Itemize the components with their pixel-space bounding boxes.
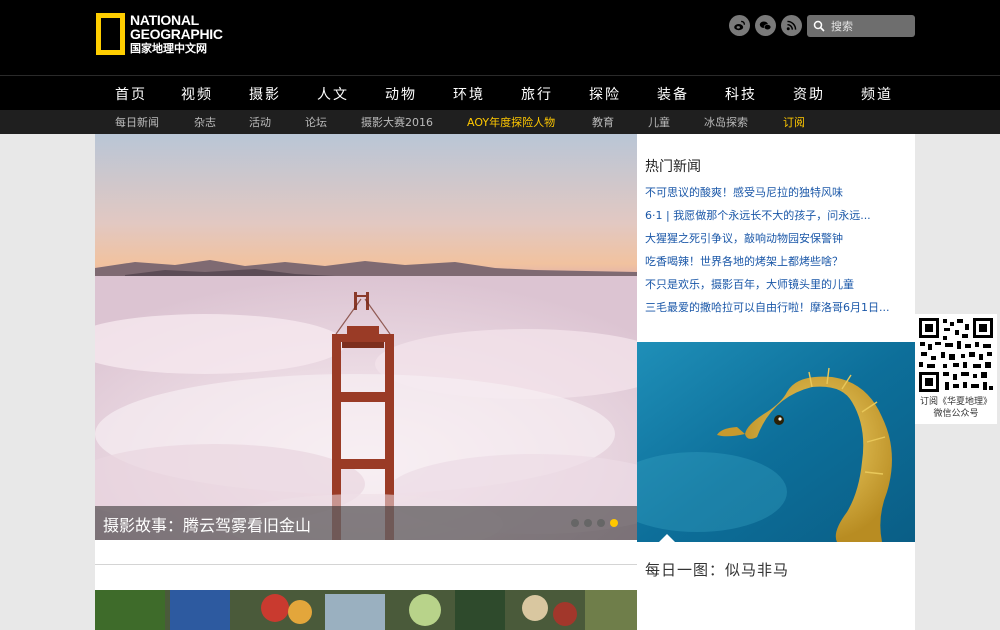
main-nav: 首页 视频 摄影 人文 动物 环境 旅行 探险 装备 科技 资助 频道: [0, 75, 1000, 110]
sub-nav: 每日新闻 杂志 活动 论坛 摄影大赛2016 AOY年度探险人物 教育 儿童 冰…: [0, 110, 1000, 134]
wechat-icon[interactable]: [755, 15, 776, 36]
qr-label-1: 订阅《华夏地理》: [919, 397, 992, 407]
hero-caption-bar: 摄影故事：腾云驾雾看旧金山: [95, 506, 637, 540]
nav-photography[interactable]: 摄影: [249, 84, 281, 104]
nav-gear[interactable]: 装备: [657, 84, 689, 104]
hot-news-item[interactable]: 不可思议的酸爽！感受马尼拉的独特风味: [645, 186, 890, 209]
slider-dot-3[interactable]: [597, 519, 605, 527]
search-box[interactable]: [807, 15, 915, 37]
slider-dot-4[interactable]: [610, 519, 618, 527]
weibo-icon[interactable]: [729, 15, 750, 36]
subnav-magazine[interactable]: 杂志: [194, 114, 216, 130]
logo-line-2: GEOGRAPHIC: [130, 26, 223, 42]
hot-news-title: 热门新闻: [645, 159, 701, 175]
market-photo[interactable]: [95, 590, 637, 630]
qr-label-2: 微信公众号: [933, 409, 979, 419]
logo-line-3: 国家地理中文网: [130, 43, 207, 55]
search-input[interactable]: [831, 19, 911, 33]
search-icon: [813, 20, 825, 32]
nav-channels[interactable]: 频道: [861, 84, 893, 104]
daily-photo-title[interactable]: 每日一图：似马非马: [645, 559, 789, 580]
logo-line-1: NATIONAL: [130, 12, 199, 28]
hot-news-item[interactable]: 三毛最爱的撒哈拉可以自由行啦！摩洛哥6月1日...: [645, 301, 890, 324]
hero-slider[interactable]: 摄影故事：腾云驾雾看旧金山: [95, 134, 637, 540]
hero-image[interactable]: [95, 134, 637, 540]
subnav-forum[interactable]: 论坛: [305, 114, 327, 130]
slider-dot-2[interactable]: [584, 519, 592, 527]
natgeo-logo[interactable]: NATIONAL GEOGRAPHIC 国家地理中文网: [96, 13, 223, 56]
nav-culture[interactable]: 人文: [317, 84, 349, 104]
subnav-kids[interactable]: 儿童: [648, 114, 670, 130]
content-below-hero: [95, 540, 637, 630]
nav-animals[interactable]: 动物: [385, 84, 417, 104]
nav-travel[interactable]: 旅行: [521, 84, 553, 104]
nav-video[interactable]: 视频: [181, 84, 213, 104]
slider-dot-1[interactable]: [571, 519, 579, 527]
daily-photo[interactable]: [637, 342, 915, 542]
nav-home[interactable]: 首页: [115, 84, 147, 104]
slider-dots: [571, 519, 618, 527]
logo-yellow-border-icon: [96, 13, 125, 55]
hot-news-list: 不可思议的酸爽！感受马尼拉的独特风味 6·1 | 我愿做那个永远长不大的孩子，问…: [645, 186, 890, 324]
nav-adventure[interactable]: 探险: [589, 84, 621, 104]
hot-news-item[interactable]: 大猩猩之死引争议，敲响动物园安保警钟: [645, 232, 890, 255]
hot-news-item[interactable]: 不只是欢乐，摄影百年，大师镜头里的儿童: [645, 278, 890, 301]
subnav-iceland[interactable]: 冰岛探索: [704, 114, 748, 130]
hot-news-item[interactable]: 6·1 | 我愿做那个永远长不大的孩子，问永远...: [645, 209, 890, 232]
subnav-education[interactable]: 教育: [592, 114, 614, 130]
site-header: NATIONAL GEOGRAPHIC 国家地理中文网: [0, 0, 1000, 75]
wechat-qr-code: 订阅《华夏地理》 微信公众号: [915, 314, 997, 424]
hero-caption[interactable]: 摄影故事：腾云驾雾看旧金山: [103, 512, 311, 536]
nav-grants[interactable]: 资助: [793, 84, 825, 104]
subnav-subscribe[interactable]: 订阅: [783, 114, 805, 130]
sidebar: 热门新闻 不可思议的酸爽！感受马尼拉的独特风味 6·1 | 我愿做那个永远长不大…: [637, 134, 915, 630]
divider: [95, 564, 637, 565]
subnav-photo-contest[interactable]: 摄影大赛2016: [361, 114, 433, 130]
rss-icon[interactable]: [781, 15, 802, 36]
nav-environment[interactable]: 环境: [453, 84, 485, 104]
subnav-daily-news[interactable]: 每日新闻: [115, 114, 159, 130]
caption-pointer: [659, 534, 675, 542]
hot-news-item[interactable]: 吃香喝辣！世界各地的烤架上都烤些啥？: [645, 255, 890, 278]
subnav-events[interactable]: 活动: [249, 114, 271, 130]
subnav-aoy[interactable]: AOY年度探险人物: [467, 114, 555, 130]
qr-code-icon: [917, 316, 995, 394]
nav-science[interactable]: 科技: [725, 84, 757, 104]
